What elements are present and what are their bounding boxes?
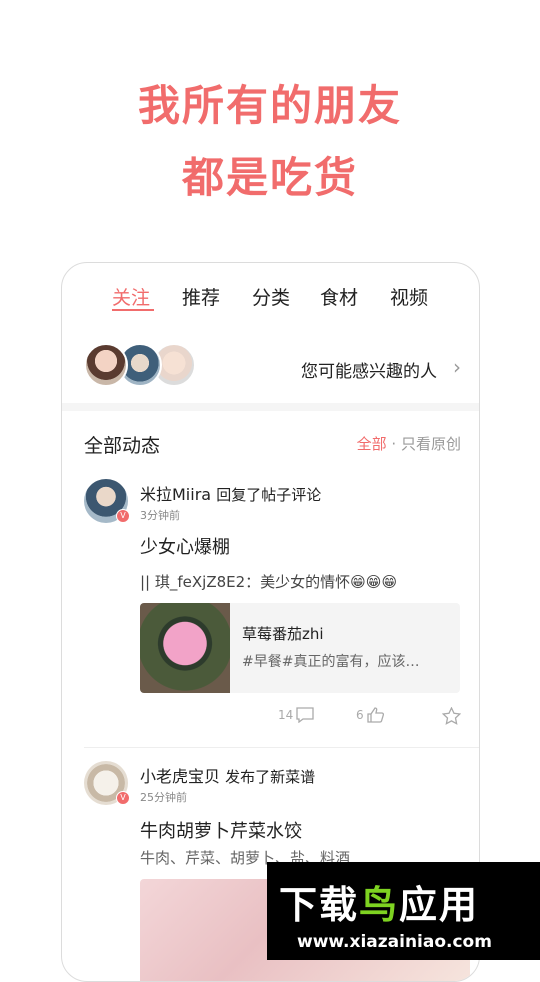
- chevron-right-icon: ›: [453, 355, 461, 379]
- watermark-url: www.xiazainiao.com: [297, 932, 492, 952]
- author-name[interactable]: 小老虎宝贝: [140, 767, 220, 786]
- like-button[interactable]: 6: [356, 707, 385, 723]
- recipe-name: 草莓番茄zhi: [242, 625, 324, 643]
- filter-separator: ·: [391, 435, 397, 453]
- headline-line-2: 都是吃货: [181, 153, 358, 202]
- tab-video[interactable]: 视频: [390, 283, 428, 310]
- suggested-people-label: 您可能感兴趣的人: [301, 362, 437, 382]
- favorite-button[interactable]: [442, 707, 461, 725]
- post-header: 小老虎宝贝 发布了新菜谱: [140, 763, 315, 787]
- feed-title: 全部动态: [84, 435, 161, 457]
- post-header: 米拉Miira 回复了帖子评论: [140, 481, 321, 505]
- comment-button[interactable]: 14: [278, 707, 314, 723]
- comment-count: 14: [278, 708, 294, 722]
- post-quote: || 琪_feXjZ8E2：美少女的情怀😁😁😁: [140, 573, 398, 591]
- watermark: 下载鸟应用 www.xiazainiao.com: [267, 862, 540, 960]
- post-time: 25分钟前: [140, 791, 187, 804]
- watermark-text-1: 下载: [279, 883, 360, 927]
- post-action: 发布了新菜谱: [225, 768, 316, 786]
- like-count: 6: [356, 708, 364, 722]
- verified-badge: V: [116, 791, 130, 805]
- watermark-text-3: 应用: [399, 883, 480, 927]
- watermark-logo: 下载鸟应用: [279, 874, 479, 929]
- post-time: 3分钟前: [140, 509, 180, 522]
- star-icon: [442, 707, 461, 725]
- suggested-avatar-1[interactable]: [84, 343, 128, 387]
- section-divider: [62, 403, 479, 411]
- tab-recommend[interactable]: 推荐: [182, 283, 220, 310]
- author-name[interactable]: 米拉Miira: [140, 485, 211, 504]
- feed-filter: 全部 · 只看原创: [357, 433, 461, 454]
- post-action: 回复了帖子评论: [216, 486, 322, 504]
- filter-original[interactable]: 只看原创: [401, 435, 461, 453]
- suggested-people-row[interactable]: 您可能感兴趣的人 ›: [62, 343, 479, 393]
- active-tab-indicator: [112, 309, 154, 311]
- tab-ingredients[interactable]: 食材: [320, 283, 358, 310]
- filter-all[interactable]: 全部: [357, 435, 387, 453]
- headline-line-1: 我所有的朋友: [137, 81, 402, 130]
- post-title[interactable]: 牛肉胡萝卜芹菜水饺: [140, 817, 302, 843]
- tab-category[interactable]: 分类: [252, 283, 290, 310]
- tab-follow[interactable]: 关注: [112, 283, 150, 310]
- thumbs-up-icon: [366, 707, 384, 723]
- post-title[interactable]: 少女心爆棚: [140, 533, 230, 559]
- watermark-text-2: 鸟: [359, 883, 400, 927]
- comment-icon: [296, 707, 314, 723]
- verified-badge: V: [116, 509, 130, 523]
- recipe-card[interactable]: 草莓番茄zhi #早餐#真正的富有，应该…: [140, 603, 460, 693]
- tab-bar: 关注 推荐 分类 食材 视频: [62, 283, 479, 319]
- recipe-description: #早餐#真正的富有，应该…: [242, 654, 420, 670]
- post-actions: 14 6: [62, 707, 479, 731]
- recipe-thumbnail: [140, 603, 230, 693]
- post-separator: [84, 747, 479, 748]
